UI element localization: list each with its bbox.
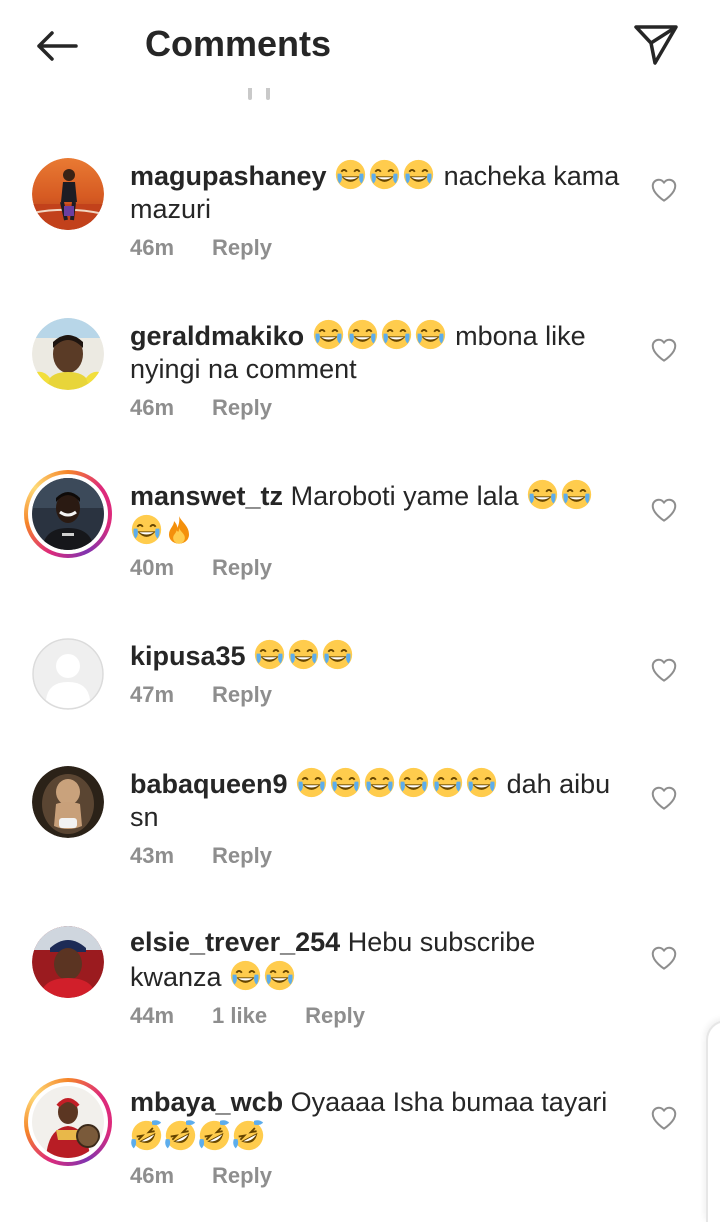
like-count[interactable]: 1 like	[212, 1002, 267, 1030]
comment-time: 43m	[130, 843, 175, 868]
comment-username[interactable]: manswet_tz	[130, 481, 283, 511]
paper-plane-icon	[634, 25, 678, 65]
like-button[interactable]	[648, 654, 680, 686]
tears-of-joy-emoji-icon	[431, 766, 464, 799]
like-button[interactable]	[648, 942, 680, 974]
comment-meta: 46m Reply	[130, 234, 310, 262]
heart-icon	[649, 1103, 679, 1133]
reply-button[interactable]: Reply	[212, 1162, 272, 1190]
tears-of-joy-emoji-icon	[253, 638, 286, 671]
rofl-emoji-icon	[130, 1119, 163, 1152]
fire-emoji-icon	[164, 513, 194, 546]
comment-meta: 46m Reply	[130, 1162, 310, 1190]
back-button[interactable]	[28, 22, 84, 70]
tears-of-joy-emoji-icon	[229, 959, 262, 992]
tears-of-joy-emoji-icon	[312, 318, 345, 351]
reply-button[interactable]: Reply	[212, 234, 272, 262]
heart-icon	[649, 943, 679, 973]
like-button[interactable]	[648, 334, 680, 366]
reply-button[interactable]: Reply	[212, 842, 272, 870]
reply-button[interactable]: Reply	[305, 1002, 365, 1030]
tears-of-joy-emoji-icon	[380, 318, 413, 351]
tears-of-joy-emoji-icon	[560, 478, 593, 511]
comment-time: 47m	[130, 682, 175, 707]
tears-of-joy-emoji-icon	[334, 158, 367, 191]
comment-time: 46m	[130, 235, 175, 260]
tears-of-joy-emoji-icon	[321, 638, 354, 671]
tears-of-joy-emoji-icon	[130, 513, 163, 546]
avatar[interactable]	[32, 766, 104, 838]
comment-text: manswet_tz Maroboti yame lala	[130, 478, 630, 548]
tears-of-joy-emoji-icon	[465, 766, 498, 799]
avatar-story-ring[interactable]	[24, 1078, 112, 1166]
heart-icon	[649, 335, 679, 365]
avatar-default[interactable]	[32, 638, 104, 710]
heart-icon	[649, 783, 679, 813]
like-button[interactable]	[648, 1102, 680, 1134]
rofl-emoji-icon	[232, 1119, 265, 1152]
comment-username[interactable]: mbaya_wcb	[130, 1087, 283, 1117]
heart-icon	[649, 655, 679, 685]
comment-meta: 47m Reply	[130, 681, 310, 709]
comment-time: 44m	[130, 1003, 175, 1028]
heart-icon	[649, 175, 679, 205]
comment-body: Oyaaaa Isha bumaa tayari	[290, 1087, 608, 1117]
comment-meta: 40m Reply	[130, 554, 310, 582]
comment-time: 46m	[130, 1163, 175, 1188]
comment-meta: 43m Reply	[130, 842, 310, 870]
comment-time: 40m	[130, 555, 175, 580]
comment-username[interactable]: kipusa35	[130, 641, 246, 671]
tears-of-joy-emoji-icon	[402, 158, 435, 191]
tears-of-joy-emoji-icon	[287, 638, 320, 671]
tears-of-joy-emoji-icon	[526, 478, 559, 511]
reply-button[interactable]: Reply	[212, 554, 272, 582]
avatar[interactable]	[32, 158, 104, 230]
tears-of-joy-emoji-icon	[295, 766, 328, 799]
tears-of-joy-emoji-icon	[346, 318, 379, 351]
rofl-emoji-icon	[164, 1119, 197, 1152]
tears-of-joy-emoji-icon	[329, 766, 362, 799]
like-button[interactable]	[648, 174, 680, 206]
like-button[interactable]	[648, 494, 680, 526]
comment-text: elsie_trever_254 Hebu subscribe kwanza	[130, 926, 630, 994]
comment-text: mbaya_wcb Oyaaaa Isha bumaa tayari	[130, 1086, 630, 1154]
avatar[interactable]	[32, 926, 104, 998]
comment-meta: 46m Reply	[130, 394, 310, 422]
top-bar: Comments	[0, 0, 720, 92]
comment-text: babaqueen9 dah aibu sn	[130, 766, 630, 834]
avatar-story-ring[interactable]	[24, 470, 112, 558]
comment-body: Maroboti yame lala	[290, 481, 519, 511]
comment-time: 46m	[130, 395, 175, 420]
heart-icon	[649, 495, 679, 525]
comment-username[interactable]: magupashaney	[130, 161, 327, 191]
comment-text: geraldmakiko mbona like nyingi na commen…	[130, 318, 630, 386]
like-button[interactable]	[648, 782, 680, 814]
tears-of-joy-emoji-icon	[363, 766, 396, 799]
comment-username[interactable]: elsie_trever_254	[130, 927, 340, 957]
comment-text: magupashaney nacheka kama mazuri	[130, 158, 630, 226]
comment-username[interactable]: babaqueen9	[130, 769, 288, 799]
previous-comment-overflow	[230, 88, 280, 102]
reply-button[interactable]: Reply	[212, 681, 272, 709]
avatar[interactable]	[32, 318, 104, 390]
share-button[interactable]	[628, 18, 684, 70]
page-title: Comments	[145, 23, 332, 64]
tears-of-joy-emoji-icon	[414, 318, 447, 351]
rofl-emoji-icon	[198, 1119, 231, 1152]
reply-button[interactable]: Reply	[212, 394, 272, 422]
comment-meta: 44m 1 like Reply	[130, 1002, 403, 1030]
tears-of-joy-emoji-icon	[263, 959, 296, 992]
comment-username[interactable]: geraldmakiko	[130, 321, 304, 351]
tears-of-joy-emoji-icon	[397, 766, 430, 799]
comment-text: kipusa35	[130, 638, 630, 673]
edge-panel-handle[interactable]	[706, 1020, 720, 1222]
arrow-left-icon	[37, 31, 78, 61]
tears-of-joy-emoji-icon	[368, 158, 401, 191]
